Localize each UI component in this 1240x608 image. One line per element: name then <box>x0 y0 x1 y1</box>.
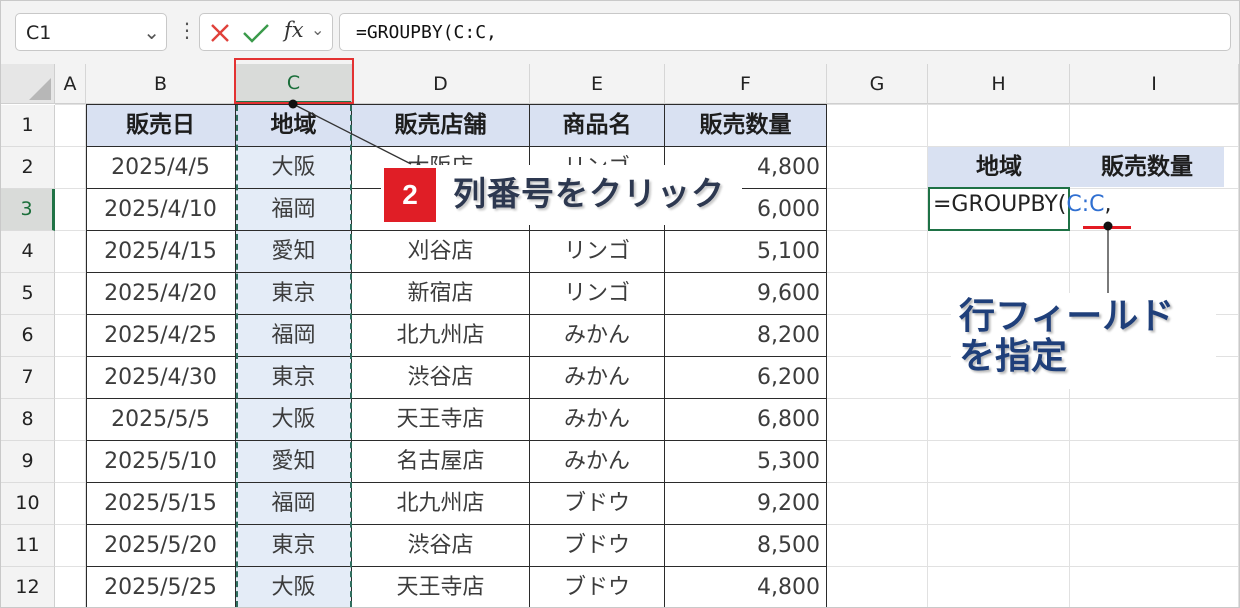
row-header-9[interactable]: 9 <box>1 441 55 483</box>
row-header-2[interactable]: 2 <box>1 147 55 189</box>
column-header-i[interactable]: I <box>1070 64 1239 104</box>
table-cell[interactable]: 2025/4/5 <box>86 147 236 189</box>
row-header-1[interactable]: 1 <box>1 105 55 147</box>
table-cell[interactable]: 9,600 <box>665 273 827 315</box>
excel-window: C1 ⌄ ⋮ fx ⌄ =GROUPBY(C:C, ABCDEFG H I 1 … <box>0 0 1240 608</box>
formula-prefix: =GROUPBY( <box>933 192 1067 217</box>
table-cell[interactable]: 北九州店 <box>352 483 530 525</box>
row-header-3[interactable]: 3 <box>1 189 55 231</box>
column-reference: C:C <box>1066 192 1105 217</box>
row-header-7[interactable]: 7 <box>1 357 55 399</box>
table-cell[interactable]: 福岡 <box>236 189 352 231</box>
table-cell[interactable]: 愛知 <box>236 441 352 483</box>
row-header-5[interactable]: 5 <box>1 273 55 315</box>
table-cell[interactable]: 2025/5/25 <box>86 567 236 607</box>
gridline-column <box>1238 104 1239 607</box>
table-header-cell[interactable]: 販売日 <box>86 105 236 147</box>
table-cell[interactable]: ブドウ <box>530 525 665 567</box>
table-header-cell[interactable]: 商品名 <box>530 105 665 147</box>
table-cell[interactable]: 天王寺店 <box>352 567 530 607</box>
table-header-cell[interactable]: 販売数量 <box>665 105 827 147</box>
table-cell[interactable]: 東京 <box>236 357 352 399</box>
note-line-1: 行フィールド <box>959 296 1175 337</box>
table-cell[interactable]: 2025/5/15 <box>86 483 236 525</box>
table-cell[interactable]: リンゴ <box>530 273 665 315</box>
table-cell[interactable]: 8,500 <box>665 525 827 567</box>
table-cell[interactable]: 9,200 <box>665 483 827 525</box>
table-cell[interactable]: ブドウ <box>530 567 665 607</box>
table-cell[interactable]: 福岡 <box>236 315 352 357</box>
column-header-a[interactable]: A <box>55 64 86 104</box>
column-header-g[interactable]: G <box>827 64 928 104</box>
table-cell[interactable]: みかん <box>530 315 665 357</box>
row-header-6[interactable]: 6 <box>1 315 55 357</box>
table-cell[interactable]: 6,800 <box>665 399 827 441</box>
table-cell[interactable]: 6,200 <box>665 357 827 399</box>
table-cell[interactable]: 刈谷店 <box>352 231 530 273</box>
table-cell[interactable]: 大阪 <box>236 399 352 441</box>
table-cell[interactable]: 東京 <box>236 525 352 567</box>
row-header-11[interactable]: 11 <box>1 525 55 567</box>
table-cell[interactable]: 大阪 <box>236 147 352 189</box>
table-cell[interactable]: 名古屋店 <box>352 441 530 483</box>
table-cell[interactable]: 2025/5/5 <box>86 399 236 441</box>
column-header-b[interactable]: B <box>86 64 236 104</box>
table-cell[interactable]: 東京 <box>236 273 352 315</box>
table-cell[interactable]: 渋谷店 <box>352 357 530 399</box>
table-cell[interactable]: 北九州店 <box>352 315 530 357</box>
table-cell[interactable]: ブドウ <box>530 483 665 525</box>
table-cell[interactable]: 5,100 <box>665 231 827 273</box>
row-header-4[interactable]: 4 <box>1 231 55 273</box>
table-cell[interactable]: 2025/4/25 <box>86 315 236 357</box>
step-instruction: 列番号をクリック <box>453 174 725 213</box>
worksheet-grid: ABCDEFGHI 1 2 3 4 5 6 7 8 9 10 11 12 販売日 地域 販売店舗 商品名 販売… <box>1 1 1239 607</box>
table-cell[interactable]: 8,200 <box>665 315 827 357</box>
table-cell[interactable]: 2025/5/20 <box>86 525 236 567</box>
column-header-d[interactable]: D <box>352 64 530 104</box>
table-cell[interactable]: 新宿店 <box>352 273 530 315</box>
step-number-badge: 2 <box>384 168 436 222</box>
table-cell[interactable]: 大阪 <box>236 567 352 607</box>
table-cell[interactable]: 5,300 <box>665 441 827 483</box>
row-field-note: 行フィールド を指定 <box>959 297 1174 377</box>
table-cell[interactable]: リンゴ <box>530 231 665 273</box>
table-header-cell[interactable]: 販売店舗 <box>352 105 530 147</box>
table-cell[interactable]: 福岡 <box>236 483 352 525</box>
column-header-h[interactable]: H <box>928 64 1070 104</box>
result-header-h[interactable]: 地域 <box>928 147 1070 187</box>
table-cell[interactable]: 2025/4/10 <box>86 189 236 231</box>
row-header-8[interactable]: 8 <box>1 399 55 441</box>
column-header-e[interactable]: E <box>530 64 665 104</box>
note-line-2: を指定 <box>959 336 1068 377</box>
table-cell[interactable]: 2025/4/30 <box>86 357 236 399</box>
table-cell[interactable]: みかん <box>530 357 665 399</box>
formula-suffix: , <box>1104 192 1112 217</box>
table-cell[interactable]: 4,800 <box>665 567 827 607</box>
table-cell[interactable]: 2025/4/20 <box>86 273 236 315</box>
row-header-12[interactable]: 12 <box>1 567 55 607</box>
row-header-10[interactable]: 10 <box>1 483 55 525</box>
select-all-corner[interactable] <box>1 64 55 104</box>
column-header-c[interactable]: C <box>236 64 352 104</box>
reference-underline <box>1083 226 1131 229</box>
table-cell[interactable]: 2025/5/10 <box>86 441 236 483</box>
column-header-f[interactable]: F <box>665 64 827 104</box>
table-cell[interactable]: 愛知 <box>236 231 352 273</box>
table-cell[interactable]: 2025/4/15 <box>86 231 236 273</box>
table-cell[interactable]: みかん <box>530 399 665 441</box>
table-header-cell[interactable]: 地域 <box>236 105 352 147</box>
cell-formula-text: =GROUPBY(C:C, <box>933 192 1112 217</box>
table-cell[interactable]: 渋谷店 <box>352 525 530 567</box>
table-cell[interactable]: 天王寺店 <box>352 399 530 441</box>
result-header-i[interactable]: 販売数量 <box>1070 147 1224 187</box>
table-cell[interactable]: みかん <box>530 441 665 483</box>
